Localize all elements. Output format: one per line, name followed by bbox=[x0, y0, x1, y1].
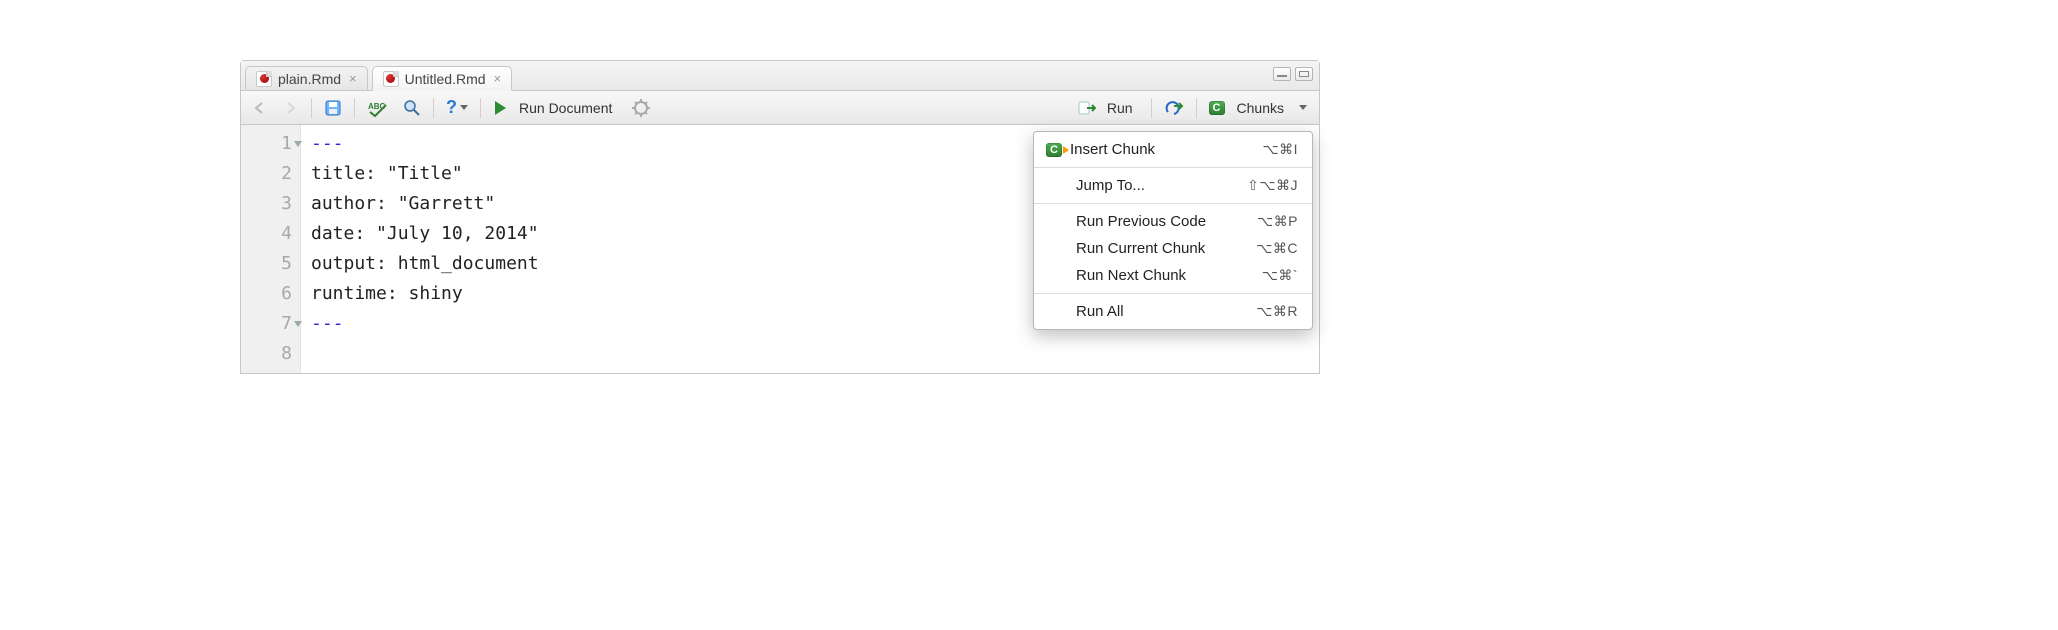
maximize-button[interactable] bbox=[1295, 67, 1313, 81]
menu-item[interactable]: Run Previous Code ⌥⌘P bbox=[1034, 208, 1312, 235]
menu-item-shortcut: ⌥⌘I bbox=[1262, 141, 1298, 158]
tab-label: plain.Rmd bbox=[278, 71, 341, 87]
run-document-label: Run Document bbox=[513, 100, 618, 116]
line-number: 4 bbox=[241, 219, 292, 249]
line-number-gutter: 12345678 bbox=[241, 125, 301, 373]
chunk-icon: C bbox=[1209, 101, 1225, 115]
tab-plain[interactable]: plain.Rmd × bbox=[245, 66, 368, 90]
separator bbox=[433, 98, 434, 118]
help-button[interactable]: ? bbox=[442, 96, 472, 120]
tab-bar: plain.Rmd × Untitled.Rmd × bbox=[241, 61, 1319, 91]
menu-item-label: Run Previous Code bbox=[1076, 213, 1206, 230]
rmd-file-icon bbox=[383, 71, 399, 87]
toolbar: ABC ? Run Document Run C Chunks bbox=[241, 91, 1319, 125]
back-button[interactable] bbox=[249, 96, 273, 120]
menu-item[interactable]: Run All ⌥⌘R bbox=[1034, 298, 1312, 325]
save-button[interactable] bbox=[320, 96, 346, 120]
line-number: 3 bbox=[241, 189, 292, 219]
separator bbox=[480, 98, 481, 118]
rerun-button[interactable] bbox=[1160, 96, 1188, 120]
menu-item-label: Jump To... bbox=[1076, 177, 1145, 194]
editor-window: plain.Rmd × Untitled.Rmd × ABC bbox=[240, 60, 1320, 374]
menu-item[interactable]: Run Next Chunk ⌥⌘` bbox=[1034, 262, 1312, 289]
tab-label: Untitled.Rmd bbox=[405, 71, 486, 87]
line-number: 8 bbox=[241, 339, 292, 369]
code-line[interactable] bbox=[311, 339, 1309, 369]
menu-item[interactable]: Jump To... ⇧⌥⌘J bbox=[1034, 172, 1312, 199]
chunks-label: Chunks bbox=[1231, 100, 1290, 116]
settings-button[interactable] bbox=[628, 96, 654, 120]
menu-item-shortcut: ⇧⌥⌘J bbox=[1247, 177, 1298, 194]
run-label: Run bbox=[1101, 100, 1139, 116]
separator bbox=[354, 98, 355, 118]
window-controls bbox=[1273, 67, 1313, 81]
separator bbox=[1151, 98, 1152, 118]
chunks-button[interactable]: C Chunks bbox=[1205, 96, 1311, 120]
menu-item-shortcut: ⌥⌘` bbox=[1262, 267, 1298, 284]
menu-item-label: Run Current Chunk bbox=[1076, 240, 1205, 257]
menu-separator bbox=[1034, 167, 1312, 168]
menu-item[interactable]: Run Current Chunk ⌥⌘C bbox=[1034, 235, 1312, 262]
line-number: 1 bbox=[241, 129, 292, 159]
rmd-file-icon bbox=[256, 71, 272, 87]
menu-separator bbox=[1034, 203, 1312, 204]
chunks-menu: C Insert Chunk ⌥⌘I Jump To... ⇧⌥⌘J Run Previo… bbox=[1033, 131, 1313, 330]
insert-chunk-icon: C bbox=[1046, 143, 1062, 157]
menu-item-shortcut: ⌥⌘P bbox=[1257, 213, 1298, 230]
menu-separator bbox=[1034, 293, 1312, 294]
line-number: 5 bbox=[241, 249, 292, 279]
menu-item-shortcut: ⌥⌘C bbox=[1256, 240, 1298, 257]
line-number: 7 bbox=[241, 309, 292, 339]
menu-item-shortcut: ⌥⌘R bbox=[1256, 303, 1298, 320]
svg-text:ABC: ABC bbox=[368, 102, 386, 111]
close-icon[interactable]: × bbox=[349, 71, 357, 86]
close-icon[interactable]: × bbox=[494, 71, 502, 86]
separator bbox=[311, 98, 312, 118]
menu-item-label: Insert Chunk bbox=[1070, 141, 1155, 158]
line-number: 6 bbox=[241, 279, 292, 309]
chevron-down-icon bbox=[1299, 105, 1307, 110]
spellcheck-button[interactable]: ABC bbox=[363, 96, 393, 120]
minimize-button[interactable] bbox=[1273, 67, 1291, 81]
run-document-button[interactable]: Run Document bbox=[489, 96, 622, 120]
separator bbox=[1196, 98, 1197, 118]
chevron-down-icon bbox=[460, 105, 468, 110]
tab-untitled[interactable]: Untitled.Rmd × bbox=[372, 66, 513, 91]
menu-item-label: Run All bbox=[1076, 303, 1124, 320]
menu-item-label: Run Next Chunk bbox=[1076, 267, 1186, 284]
menu-item[interactable]: C Insert Chunk ⌥⌘I bbox=[1034, 136, 1312, 163]
forward-button[interactable] bbox=[279, 96, 303, 120]
find-button[interactable] bbox=[399, 96, 425, 120]
run-button[interactable]: Run bbox=[1074, 96, 1143, 120]
line-number: 2 bbox=[241, 159, 292, 189]
